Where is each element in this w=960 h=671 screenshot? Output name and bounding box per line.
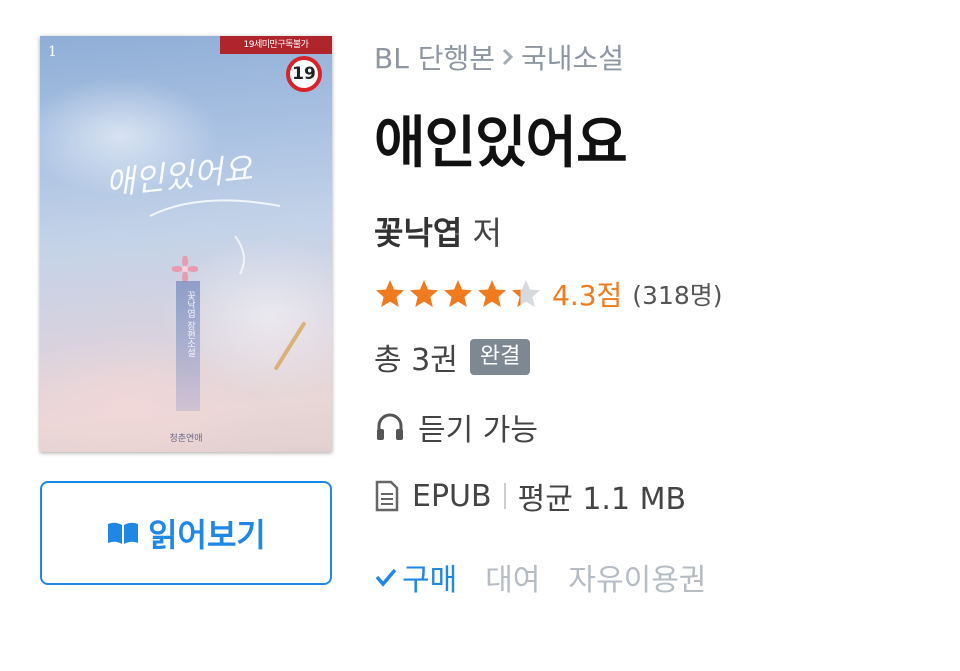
tab-purchase[interactable]: 구매 bbox=[374, 555, 457, 599]
star-icon bbox=[410, 280, 438, 307]
total-volumes: 총 3권 bbox=[374, 343, 458, 378]
file-format: EPUB bbox=[412, 478, 492, 514]
book-cover[interactable]: 1 19세미만구독불가 19 애인있어요 꽃낙엽 장편소설 청춘연애 bbox=[40, 36, 332, 452]
file-format-info: EPUB 평균 1.1 MB bbox=[374, 474, 686, 518]
star-rating bbox=[374, 278, 542, 310]
author-name[interactable]: 꽃낙엽 bbox=[374, 214, 462, 252]
brush-stroke bbox=[149, 199, 281, 275]
star-icon bbox=[512, 280, 540, 307]
flower-icon bbox=[172, 256, 198, 282]
volume-info: 총 3권 완결 bbox=[374, 335, 531, 379]
check-icon bbox=[375, 568, 397, 587]
book-title: 애인있어요 bbox=[374, 111, 628, 176]
star-icon bbox=[478, 280, 506, 307]
tab-rental[interactable]: 대여 bbox=[485, 555, 540, 599]
cover-volume-number: 1 bbox=[48, 44, 57, 60]
tab-free-pass[interactable]: 자유이용권 bbox=[568, 555, 706, 599]
breadcrumb-subcategory[interactable]: 국내소설 bbox=[521, 37, 624, 77]
cover-ribbon-text: 꽃낙엽 장편소설 bbox=[185, 291, 195, 357]
read-button-label: 읽어보기 bbox=[148, 516, 266, 554]
breadcrumb-category[interactable]: BL 단행본 bbox=[374, 37, 495, 77]
audio-availability: 듣기 가능 bbox=[374, 405, 538, 449]
cover-publisher: 청춘연애 bbox=[169, 434, 203, 444]
breadcrumb: BL 단행본 국내소설 bbox=[374, 37, 624, 77]
star-icon bbox=[444, 280, 472, 307]
status-badge: 완결 bbox=[469, 339, 531, 375]
age-restriction-banner: 19세미만구독불가 bbox=[220, 36, 332, 54]
chevron-right-icon bbox=[502, 48, 514, 66]
star-icon bbox=[376, 280, 404, 307]
headphones-icon bbox=[377, 413, 403, 440]
rating-score: 4.3점 bbox=[552, 279, 623, 312]
audio-text: 듣기 가능 bbox=[418, 413, 538, 448]
purchase-tabs: 구매 대여 자유이용권 bbox=[374, 555, 706, 599]
author-suffix: 저 bbox=[472, 214, 502, 252]
rating-count: (318명) bbox=[632, 281, 723, 310]
rating-row: 4.3점 (318명) bbox=[374, 274, 723, 314]
document-icon bbox=[375, 480, 399, 512]
divider bbox=[503, 483, 506, 509]
open-book-icon bbox=[108, 522, 139, 544]
tab-purchase-label: 구매 bbox=[402, 563, 458, 598]
file-size: 평균 1.1 MB bbox=[517, 482, 687, 517]
age-19-badge: 19 bbox=[286, 56, 322, 92]
author-line: 꽃낙엽 저 bbox=[374, 208, 502, 254]
read-button[interactable]: 읽어보기 bbox=[40, 481, 332, 585]
